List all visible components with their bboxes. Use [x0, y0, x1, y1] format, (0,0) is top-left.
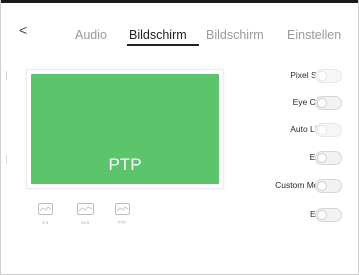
setting-row-eye-care: Eye Care: [230, 95, 359, 111]
toggle-knob: [317, 153, 327, 163]
mode-16-9-label: 16:9: [80, 220, 90, 225]
side-marker: [6, 155, 7, 164]
pixel-shift-toggle[interactable]: [315, 69, 342, 83]
auto-licht-toggle[interactable]: [315, 123, 342, 137]
setting-row-custom-mode: Custom Mode: [230, 178, 359, 194]
custom-mode-toggle[interactable]: [315, 179, 342, 193]
toggle-knob: [317, 181, 327, 191]
ecr-toggle[interactable]: [315, 208, 342, 222]
mode-ptp-label: PTP: [117, 220, 127, 225]
aspect-16-9-icon: [76, 203, 94, 215]
toggle-knob: [317, 125, 327, 135]
toggle-knob: [317, 210, 327, 220]
aspect-mode-selector: 4:3 16:9 PTP: [0, 203, 230, 233]
toggle-knob: [317, 71, 327, 81]
eco-toggle[interactable]: [315, 151, 342, 165]
eye-care-toggle[interactable]: [315, 96, 342, 110]
mode-16-9-button[interactable]: 16:9: [74, 203, 96, 225]
preview-mode-label: PTP: [108, 155, 142, 174]
setting-row-eco: ECO: [230, 150, 359, 166]
setting-row-ecr: ECR: [230, 207, 359, 223]
toggle-knob: [317, 98, 327, 108]
setting-row-pixel-shift: Pixel Shift: [230, 68, 359, 84]
setting-row-auto-licht: Auto Licht: [230, 122, 359, 138]
preview-screen-area: PTP: [31, 74, 219, 184]
side-marker: [6, 71, 7, 80]
screen-preview: PTP: [26, 69, 224, 189]
mode-4-3-label: 4:3: [41, 220, 49, 225]
window-top-border: [0, 0, 359, 3]
tab-audio[interactable]: Audio: [75, 27, 107, 43]
tab-bildschirm[interactable]: Bildschirm: [129, 27, 187, 43]
tab-einstellen[interactable]: Einstellen: [287, 27, 341, 43]
tab-bildschirm-2[interactable]: Bildschirm: [206, 27, 264, 43]
active-tab-indicator: [127, 44, 199, 46]
ptp-icon: [114, 203, 130, 215]
mode-ptp-button[interactable]: PTP: [111, 203, 133, 225]
mode-4-3-button[interactable]: 4:3: [34, 203, 56, 225]
aspect-4-3-icon: [37, 203, 53, 215]
